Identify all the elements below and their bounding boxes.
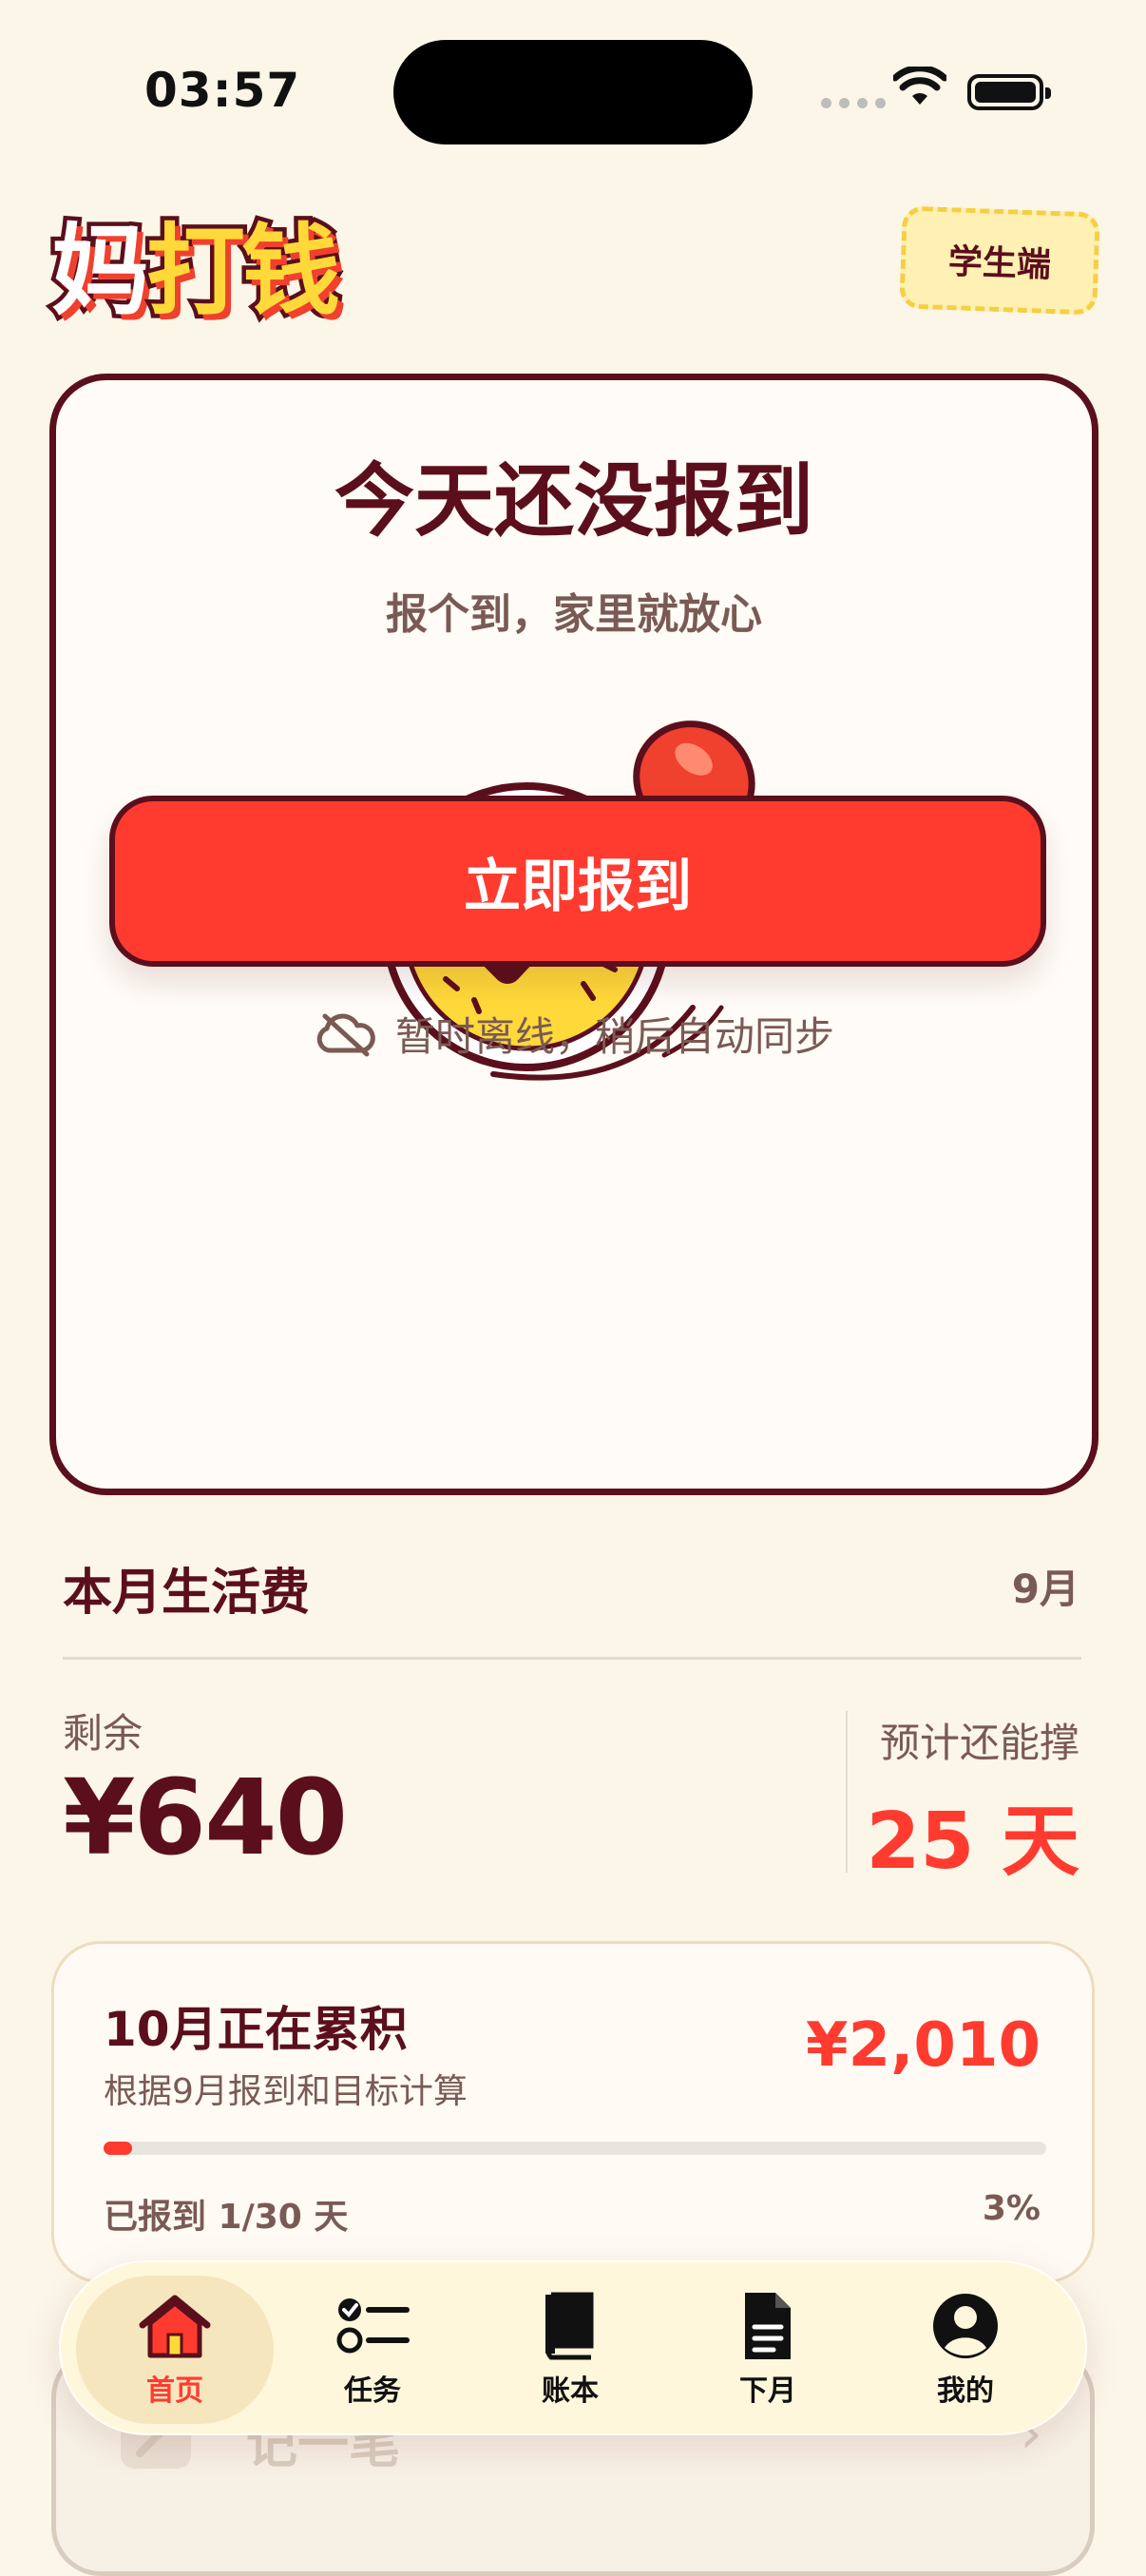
checkin-days-count: 已报到 1/30 天: [104, 2198, 349, 2237]
tab-label: 首页: [146, 2374, 203, 2408]
tab-next-month[interactable]: 下月: [669, 2276, 867, 2424]
dynamic-island: [393, 40, 753, 144]
checkin-title: 今天还没报到: [334, 454, 813, 548]
offline-status: 暂时离线，稍后自动同步: [56, 1005, 1092, 1063]
checkin-subtitle: 报个到，家里就放心: [386, 590, 762, 639]
house-icon: [139, 2295, 211, 2358]
status-time: 03:57: [144, 63, 301, 118]
tab-home[interactable]: 首页: [76, 2276, 274, 2424]
budget-month[interactable]: 9月: [1012, 1557, 1079, 1615]
forecast-value: 25 天: [866, 1797, 1079, 1887]
accumulating-subtitle: 根据9月报到和目标计算: [104, 2072, 468, 2111]
budget-title: 本月生活费: [63, 1565, 311, 1622]
progress-fill: [104, 2142, 132, 2155]
checkin-card: 今天还没报到 报个到，家里就放心 立即报到 暂时离线，稍后自动同步: [49, 374, 1098, 1495]
logo-char-2: 打钱: [143, 209, 345, 334]
checkin-button[interactable]: 立即报到: [109, 796, 1046, 967]
document-icon: [745, 2293, 791, 2359]
role-badge[interactable]: 学生端: [899, 205, 1100, 316]
tab-bar: 首页 任务 账本 下月 我的: [59, 2260, 1087, 2435]
accumulating-title: 10月正在累积: [104, 2002, 408, 2057]
book-icon: [545, 2292, 594, 2360]
divider: [63, 1657, 1081, 1660]
battery-icon: [967, 74, 1051, 110]
app-logo: 妈打钱: [47, 190, 345, 334]
checklist-icon: [336, 2298, 410, 2354]
accumulating-amount: ¥2,010: [806, 2010, 1041, 2081]
tab-tasks[interactable]: 任务: [274, 2276, 471, 2424]
cellular-signal-icon: [821, 98, 886, 108]
tab-label: 我的: [937, 2374, 994, 2408]
forecast-label: 预计还能撑: [879, 1720, 1079, 1766]
remaining-amount: ¥640: [63, 1757, 348, 1878]
vertical-divider: [846, 1711, 848, 1873]
person-icon: [933, 2294, 998, 2358]
remaining-label: 剩余: [63, 1710, 143, 1757]
tab-label: 下月: [739, 2374, 796, 2408]
logo-char-1: 妈: [47, 209, 154, 334]
tab-label: 账本: [542, 2374, 599, 2408]
accumulating-card[interactable]: 10月正在累积 根据9月报到和目标计算 ¥2,010 已报到 1/30 天 3%: [51, 1941, 1095, 2283]
cloud-offline-icon: [316, 1013, 375, 1056]
offline-text: 暂时离线，稍后自动同步: [394, 1013, 834, 1060]
wifi-icon: [893, 67, 946, 105]
progress-bar: [104, 2142, 1046, 2155]
tab-profile[interactable]: 我的: [867, 2276, 1064, 2424]
progress-percent: 3%: [982, 2189, 1041, 2228]
tab-ledger[interactable]: 账本: [471, 2276, 669, 2424]
tab-label: 任务: [344, 2374, 401, 2408]
